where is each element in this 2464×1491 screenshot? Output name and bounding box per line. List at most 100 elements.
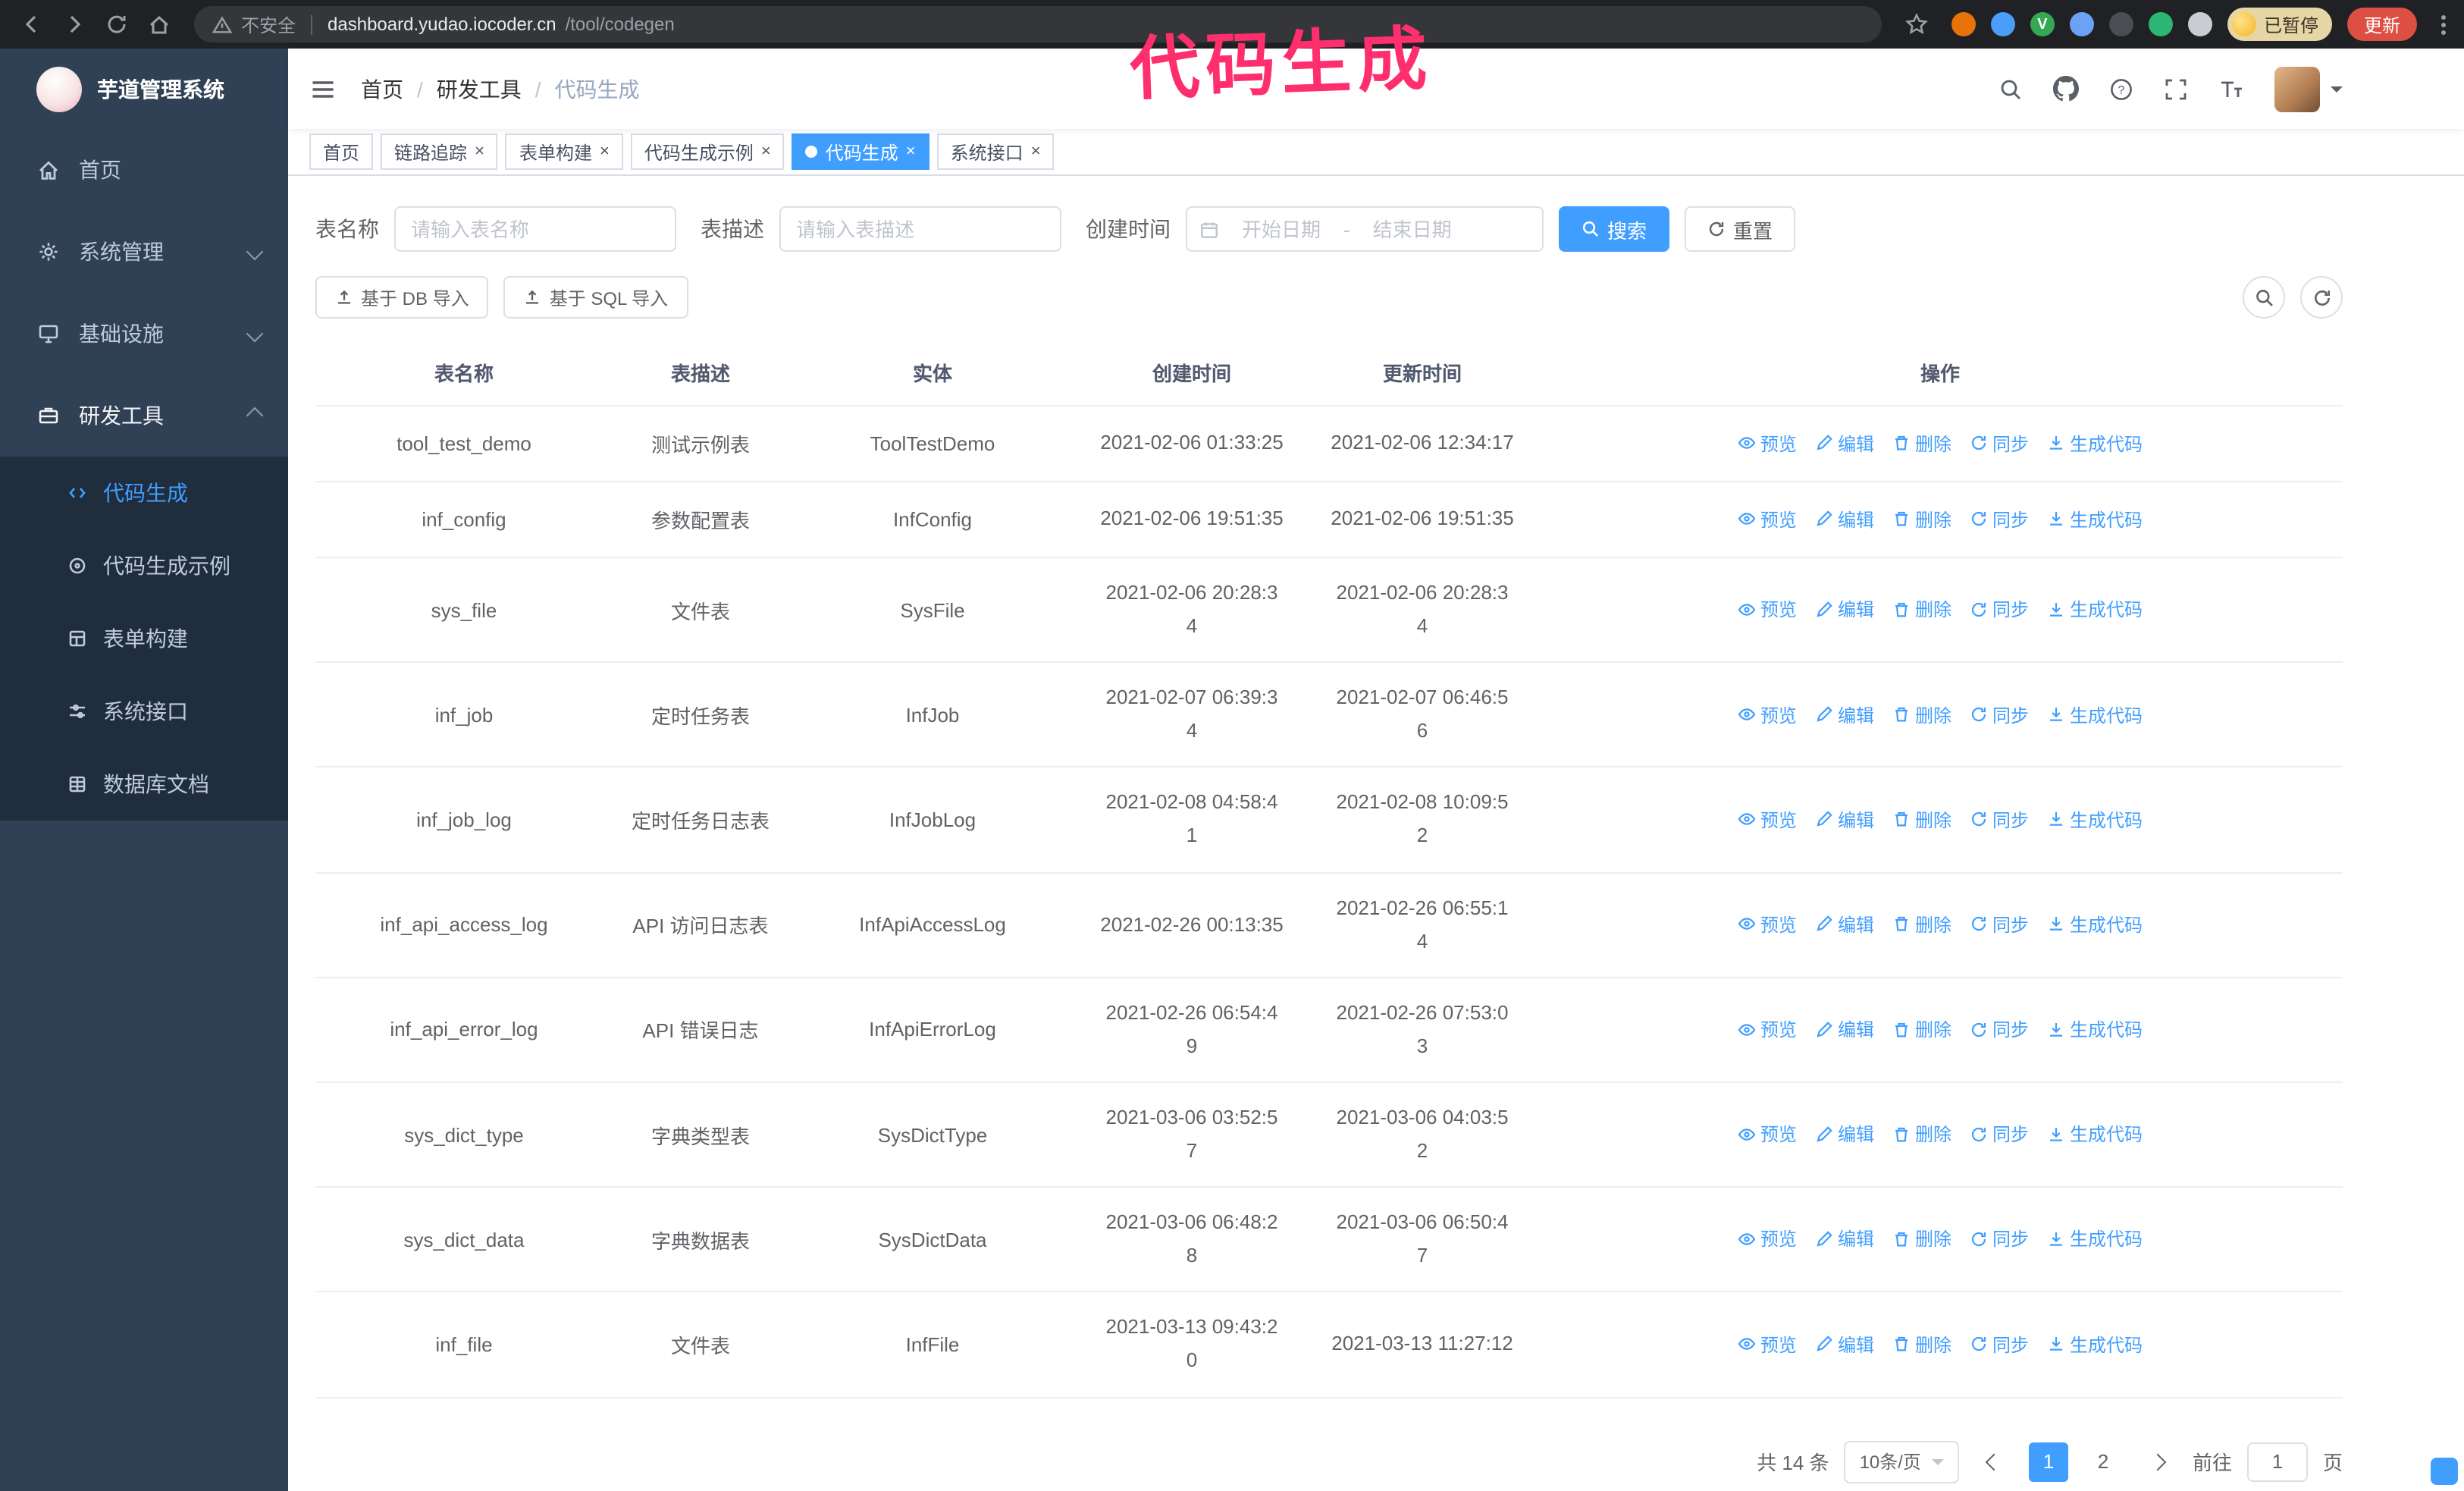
date-range-picker[interactable]: - [1186, 206, 1544, 252]
generate-code-link[interactable]: 生成代码 [2047, 431, 2143, 457]
close-icon[interactable]: × [906, 143, 916, 160]
sync-link[interactable]: 同步 [1970, 1016, 2029, 1042]
extension-icon-puzzle[interactable] [2187, 12, 2212, 36]
extension-icon-dark-green[interactable] [2108, 12, 2133, 36]
import-db-button[interactable]: 基于 DB 导入 [315, 276, 489, 319]
page-size-select[interactable]: 10条/页 [1844, 1440, 1959, 1483]
end-date-input[interactable] [1353, 218, 1472, 240]
refresh-table-button[interactable] [2300, 276, 2343, 319]
back-icon[interactable] [12, 5, 52, 44]
tab-trace[interactable]: 链路追踪 × [381, 133, 498, 170]
preview-link[interactable]: 预览 [1738, 806, 1797, 832]
edit-link[interactable]: 编辑 [1815, 1331, 1874, 1357]
sync-link[interactable]: 同步 [1970, 431, 2029, 457]
edit-link[interactable]: 编辑 [1815, 1016, 1874, 1042]
tab-home[interactable]: 首页 [309, 133, 374, 170]
preview-link[interactable]: 预览 [1738, 1331, 1797, 1357]
sidebar-item-system-api[interactable]: 系统接口 [0, 675, 288, 748]
sidebar-item-dev-tools[interactable]: 研发工具 [0, 375, 288, 457]
delete-link[interactable]: 删除 [1892, 1122, 1951, 1147]
generate-code-link[interactable]: 生成代码 [2047, 702, 2143, 727]
sidebar-item-home[interactable]: 首页 [0, 129, 288, 211]
help-icon[interactable]: ? [2109, 77, 2133, 101]
home-icon[interactable] [140, 5, 179, 44]
breadcrumb-item-home[interactable]: 首页 [361, 74, 403, 104]
preview-link[interactable]: 预览 [1738, 1122, 1797, 1147]
font-size-icon[interactable] [2218, 77, 2244, 101]
reset-button[interactable]: 重置 [1685, 206, 1796, 252]
goto-page-input[interactable] [2246, 1442, 2308, 1481]
preview-link[interactable]: 预览 [1738, 597, 1797, 623]
prev-page-button[interactable] [1974, 1442, 2014, 1481]
browser-menu-icon[interactable] [2435, 8, 2452, 40]
delete-link[interactable]: 删除 [1892, 806, 1951, 832]
delete-link[interactable]: 删除 [1892, 1226, 1951, 1252]
sidebar-item-infrastructure[interactable]: 基础设施 [0, 293, 288, 375]
profile-paused-badge[interactable]: 已暂停 [2227, 8, 2332, 41]
table-name-input[interactable] [394, 206, 676, 252]
tab-system-api[interactable]: 系统接口 × [936, 133, 1055, 170]
sync-link[interactable]: 同步 [1970, 912, 2029, 937]
sidebar-item-code-generation[interactable]: 代码生成 [0, 457, 288, 529]
preview-link[interactable]: 预览 [1738, 702, 1797, 727]
sidebar-toggle-icon[interactable] [309, 75, 337, 102]
extension-icon-green-v[interactable]: V [2030, 12, 2055, 36]
sync-link[interactable]: 同步 [1970, 507, 2029, 532]
generate-code-link[interactable]: 生成代码 [2047, 912, 2143, 937]
close-icon[interactable]: × [761, 143, 771, 160]
edit-link[interactable]: 编辑 [1815, 702, 1874, 727]
start-date-input[interactable] [1222, 218, 1340, 240]
edit-link[interactable]: 编辑 [1815, 1122, 1874, 1147]
page-button-2[interactable]: 2 [2083, 1442, 2123, 1481]
delete-link[interactable]: 删除 [1892, 702, 1951, 727]
user-menu[interactable] [2274, 66, 2343, 111]
extension-icon-orange[interactable] [1951, 12, 1976, 36]
sidebar-item-codegen-example[interactable]: 代码生成示例 [0, 529, 288, 602]
edit-link[interactable]: 编辑 [1815, 431, 1874, 457]
sync-link[interactable]: 同步 [1970, 1122, 2029, 1147]
preview-link[interactable]: 预览 [1738, 912, 1797, 937]
sync-link[interactable]: 同步 [1970, 597, 2029, 623]
import-sql-button[interactable]: 基于 SQL 导入 [503, 276, 688, 319]
delete-link[interactable]: 删除 [1892, 1331, 1951, 1357]
edit-link[interactable]: 编辑 [1815, 597, 1874, 623]
search-icon[interactable] [1998, 77, 2023, 101]
edit-link[interactable]: 编辑 [1815, 912, 1874, 937]
sync-link[interactable]: 同步 [1970, 1226, 2029, 1252]
next-page-button[interactable] [2138, 1442, 2177, 1481]
close-icon[interactable]: × [1031, 143, 1041, 160]
extension-icon-leaf[interactable] [2148, 12, 2173, 36]
search-button[interactable]: 搜索 [1559, 206, 1670, 252]
preview-link[interactable]: 预览 [1738, 431, 1797, 457]
toggle-search-button[interactable] [2243, 276, 2285, 319]
close-icon[interactable]: × [475, 143, 484, 160]
table-desc-input[interactable] [779, 206, 1061, 252]
delete-link[interactable]: 删除 [1892, 507, 1951, 532]
preview-link[interactable]: 预览 [1738, 507, 1797, 532]
sidebar-item-form-builder[interactable]: 表单构建 [0, 602, 288, 675]
generate-code-link[interactable]: 生成代码 [2047, 1331, 2143, 1357]
preview-link[interactable]: 预览 [1738, 1016, 1797, 1042]
close-icon[interactable]: × [600, 143, 610, 160]
bookmark-star-icon[interactable] [1897, 5, 1936, 44]
sync-link[interactable]: 同步 [1970, 806, 2029, 832]
sidebar-item-database-docs[interactable]: 数据库文档 [0, 748, 288, 821]
tab-form-builder[interactable]: 表单构建 × [505, 133, 623, 170]
address-bar[interactable]: 不安全 dashboard.yudao.iocoder.cn/tool/code… [194, 6, 1882, 42]
generate-code-link[interactable]: 生成代码 [2047, 1122, 2143, 1147]
extension-icon-blue[interactable] [1990, 12, 2015, 36]
generate-code-link[interactable]: 生成代码 [2047, 806, 2143, 832]
fullscreen-icon[interactable] [2164, 77, 2188, 101]
app-logo[interactable]: 芋道管理系统 [0, 49, 288, 129]
tab-codegen-example[interactable]: 代码生成示例 × [630, 133, 785, 170]
delete-link[interactable]: 删除 [1892, 431, 1951, 457]
generate-code-link[interactable]: 生成代码 [2047, 1016, 2143, 1042]
generate-code-link[interactable]: 生成代码 [2047, 597, 2143, 623]
page-button-1[interactable]: 1 [2028, 1442, 2068, 1481]
chrome-update-button[interactable]: 更新 [2346, 8, 2417, 41]
delete-link[interactable]: 删除 [1892, 1016, 1951, 1042]
edit-link[interactable]: 编辑 [1815, 806, 1874, 832]
generate-code-link[interactable]: 生成代码 [2047, 507, 2143, 532]
tab-code-generation[interactable]: 代码生成 × [792, 133, 929, 170]
delete-link[interactable]: 删除 [1892, 912, 1951, 937]
